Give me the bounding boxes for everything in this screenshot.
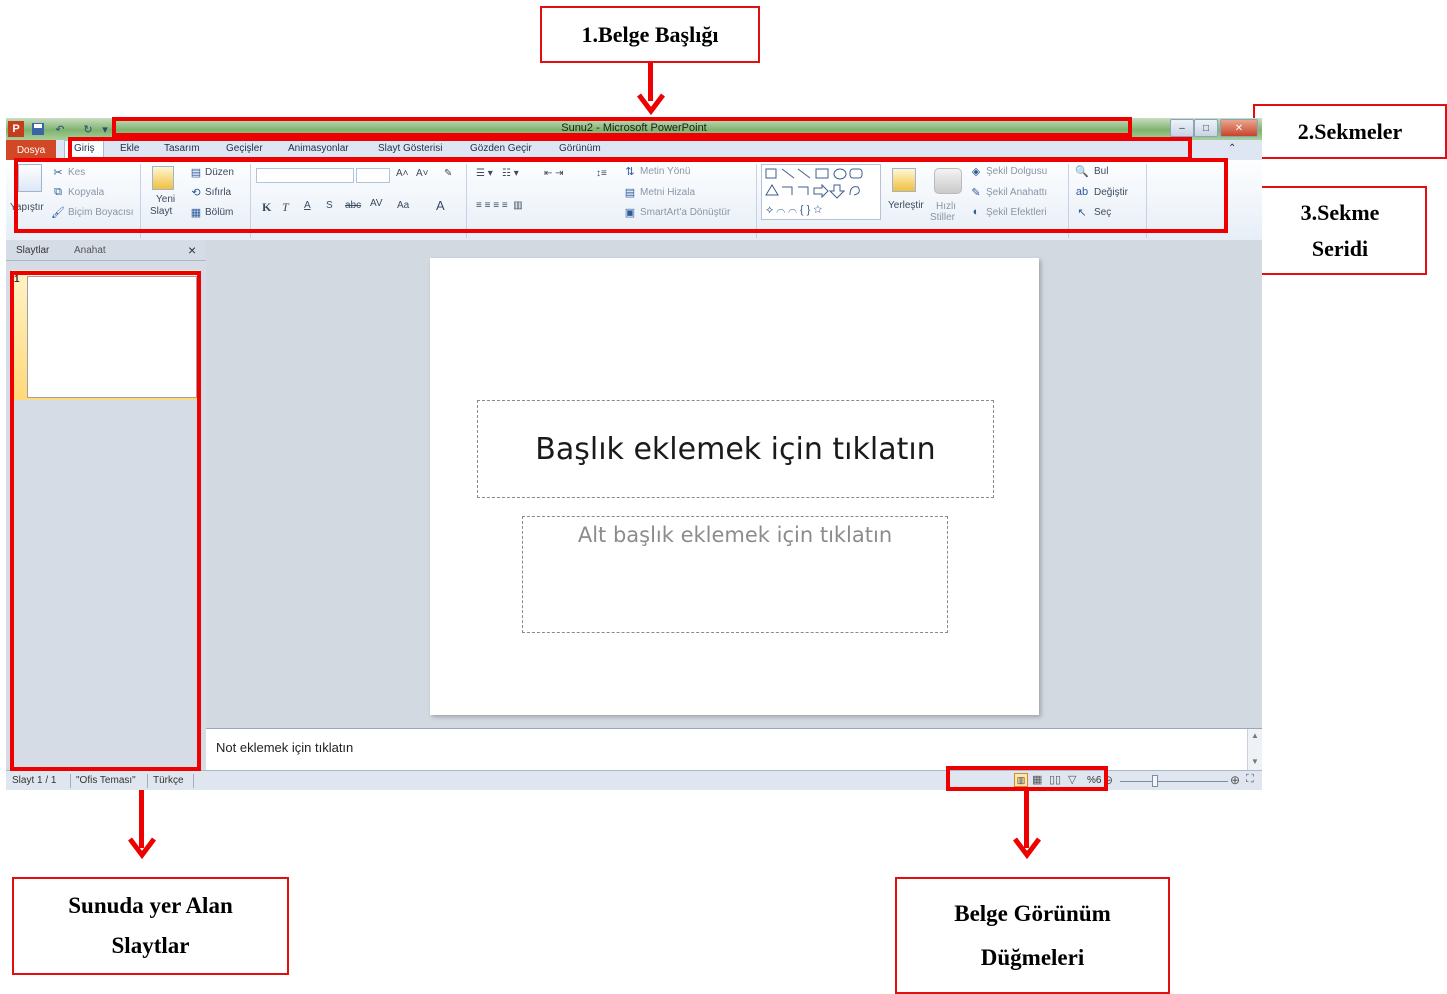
tabs-callout: 2.Sekmeler [1253, 104, 1447, 159]
language[interactable]: Türkçe [153, 775, 184, 786]
theme-name[interactable]: "Ofis Teması" [76, 775, 136, 786]
ribbon-callout: 3.Sekme Seridi [1253, 186, 1427, 275]
title-placeholder[interactable]: Başlık eklemek için tıklatın [477, 400, 994, 498]
slides-callout: Sunuda yer Alan Slaytlar [12, 877, 289, 975]
notes-scrollbar[interactable]: ▲ ▼ [1247, 729, 1262, 771]
notes-placeholder: Not eklemek için tıklatın [216, 740, 354, 755]
tab-outline-pane[interactable]: Anahat [74, 245, 106, 256]
status-separator [193, 774, 194, 788]
view-buttons-highlight [946, 766, 1108, 791]
slide-canvas[interactable]: Başlık eklemek için tıklatın Alt başlık … [430, 258, 1039, 715]
ribbon-callout-line1: 3.Sekme [1300, 199, 1380, 225]
title-placeholder-text: Başlık eklemek için tıklatın [535, 431, 936, 467]
tabs-callout-label: 2.Sekmeler [1297, 118, 1403, 144]
minimize-button[interactable]: – [1170, 119, 1194, 137]
subtitle-placeholder[interactable]: Alt başlık eklemek için tıklatın [522, 516, 948, 633]
ribbon-collapse-icon[interactable]: ⌃ [1228, 143, 1236, 154]
slides-arrow-head [128, 837, 156, 860]
views-callout: Belge Görünüm Düğmeleri [895, 877, 1170, 994]
slides-pane-highlight [10, 271, 201, 771]
status-separator [147, 774, 148, 788]
status-separator [70, 774, 71, 788]
tab-file[interactable]: Dosya [6, 140, 56, 160]
document-title-callout-label: 1.Belge Başlığı [581, 21, 719, 47]
fit-slide-icon[interactable]: ⛶ [1246, 773, 1254, 786]
zoom-slider-thumb[interactable] [1152, 775, 1158, 787]
zoom-slider[interactable] [1120, 781, 1228, 782]
zoom-in-icon[interactable]: ⊕ [1230, 773, 1240, 787]
slides-callout-line1: Sunuda yer Alan [68, 893, 233, 918]
ribbon-highlight [14, 158, 1228, 233]
pane-close-icon[interactable]: × [188, 242, 196, 258]
title-arrow-head [637, 93, 665, 116]
views-callout-line2: Düğmeleri [980, 944, 1085, 970]
views-callout-line1: Belge Görünüm [954, 900, 1111, 926]
pane-tab-divider [6, 260, 206, 261]
slides-callout-line2: Slaytlar [111, 933, 190, 958]
close-button[interactable]: ✕ [1220, 119, 1258, 137]
notes-pane[interactable]: Not eklemek için tıklatın ▲ ▼ [206, 728, 1262, 771]
maximize-button[interactable]: □ [1194, 119, 1218, 137]
scroll-up-icon[interactable]: ▲ [1251, 731, 1259, 740]
views-arrow-head [1013, 837, 1041, 860]
scroll-down-icon[interactable]: ▼ [1251, 757, 1259, 766]
slide-count: Slayt 1 / 1 [12, 775, 57, 786]
subtitle-placeholder-text: Alt başlık eklemek için tıklatın [577, 523, 893, 547]
tab-slides-pane[interactable]: Slaytlar [16, 245, 49, 256]
document-title-callout: 1.Belge Başlığı [540, 6, 760, 63]
title-bar-highlight [112, 117, 1132, 137]
ribbon-callout-line2: Seridi [1311, 235, 1369, 261]
